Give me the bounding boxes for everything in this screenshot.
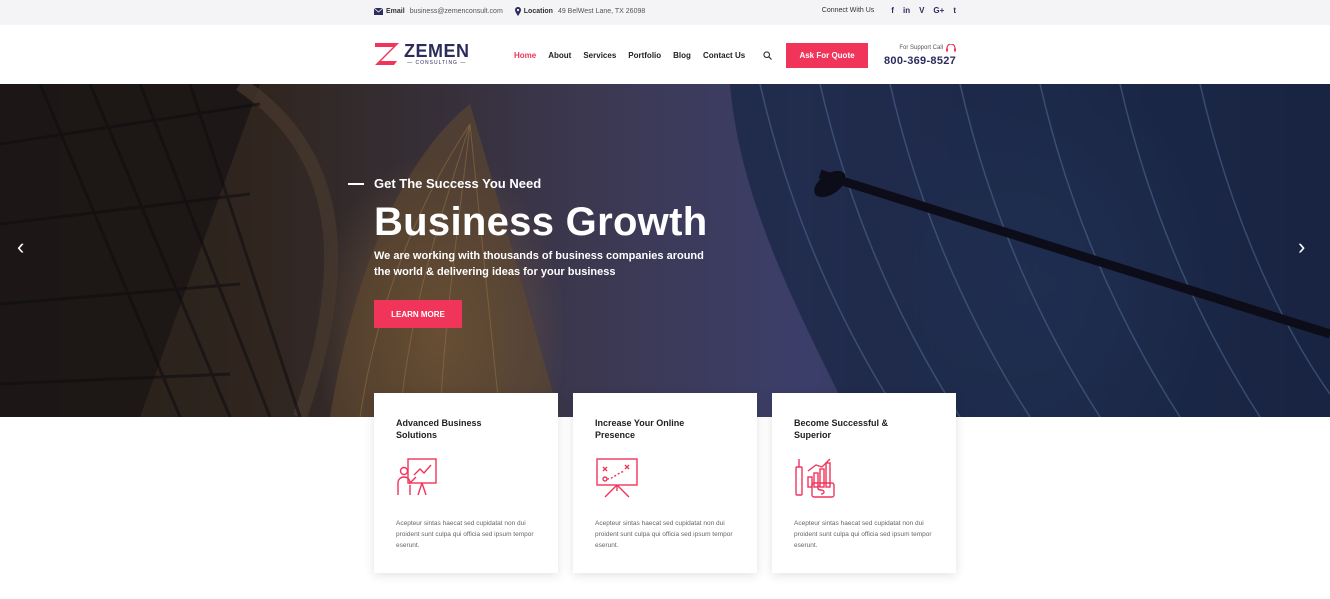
search-icon[interactable]: [763, 51, 772, 60]
location-group: Location 49 BelWest Lane, TX 26098: [514, 7, 646, 16]
support-contact: For Support Call 800-369-8527: [884, 44, 956, 67]
hero-eyebrow: Get The Success You Need: [348, 176, 541, 191]
nav-blog[interactable]: Blog: [673, 51, 691, 60]
card-text: Acepteur sintas haecat sed cupidatat non…: [595, 520, 733, 549]
envelope-icon: [374, 8, 383, 15]
email-label: Email: [386, 8, 405, 15]
hero-slider: ‹ › Get The Success You Need Business Gr…: [0, 84, 1330, 417]
main-header: ZEMEN — CONSULTING — Home About Services…: [0, 25, 1330, 84]
connect-label: Connect With Us: [821, 7, 875, 14]
location-label: Location: [523, 8, 553, 15]
google-plus-icon[interactable]: G+: [933, 6, 944, 15]
nav-home[interactable]: Home: [514, 51, 536, 60]
support-label: For Support Call: [899, 45, 943, 51]
facebook-icon[interactable]: f: [891, 6, 894, 15]
map-pin-icon: [514, 7, 521, 16]
hero-title: Business Growth: [374, 200, 708, 244]
nav-services[interactable]: Services: [583, 51, 616, 60]
growth-chart-icon: [795, 458, 835, 498]
feature-card[interactable]: Become Successful & Superior Acepteur si…: [772, 393, 956, 573]
card-text: Acepteur sintas haecat sed cupidatat non…: [396, 520, 534, 549]
headset-icon: [946, 44, 956, 52]
slider-prev-arrow[interactable]: ‹: [17, 236, 24, 258]
social-links: Connect With Us f in V G+ t: [822, 6, 956, 15]
logo-sub: — CONSULTING —: [407, 60, 467, 66]
nav-contact-us[interactable]: Contact Us: [703, 51, 745, 60]
vimeo-icon[interactable]: V: [919, 6, 924, 15]
support-phone[interactable]: 800-369-8527: [884, 55, 956, 67]
slider-next-arrow[interactable]: ›: [1298, 236, 1305, 258]
eyebrow-line: [348, 182, 364, 185]
hero-description: We are working with thousands of busines…: [374, 250, 704, 278]
nav-portfolio[interactable]: Portfolio: [628, 51, 661, 60]
card-title: Increase Your Online Presence: [595, 418, 685, 440]
main-nav: Home About Services Portfolio Blog Conta…: [514, 51, 757, 60]
contact-info: Email business@zemenconsult.com Location…: [374, 7, 657, 16]
card-title: Advanced Business Solutions: [396, 418, 482, 440]
top-bar: Email business@zemenconsult.com Location…: [0, 0, 1330, 25]
card-title: Become Successful & Superior: [794, 418, 889, 440]
email-group: Email business@zemenconsult.com: [374, 8, 503, 15]
logo[interactable]: ZEMEN — CONSULTING —: [374, 42, 470, 66]
strategy-board-icon: [596, 458, 638, 498]
ask-for-quote-button[interactable]: Ask For Quote: [786, 43, 868, 68]
logo-mark-icon: [375, 43, 399, 65]
feature-card[interactable]: Advanced Business Solutions Acepteur sin…: [374, 393, 558, 573]
nav-about[interactable]: About: [548, 51, 571, 60]
card-text: Acepteur sintas haecat sed cupidatat non…: [794, 520, 932, 549]
presentation-person-icon: [397, 458, 437, 496]
logo-name: ZEMEN: [404, 41, 470, 61]
email-value[interactable]: business@zemenconsult.com: [410, 8, 503, 15]
twitter-icon[interactable]: t: [953, 6, 956, 15]
location-value: 49 BelWest Lane, TX 26098: [557, 8, 646, 15]
learn-more-button[interactable]: LEARN MORE: [374, 300, 462, 328]
feature-card[interactable]: Increase Your Online Presence Acepteur s…: [573, 393, 757, 573]
linkedin-icon[interactable]: in: [903, 6, 910, 15]
